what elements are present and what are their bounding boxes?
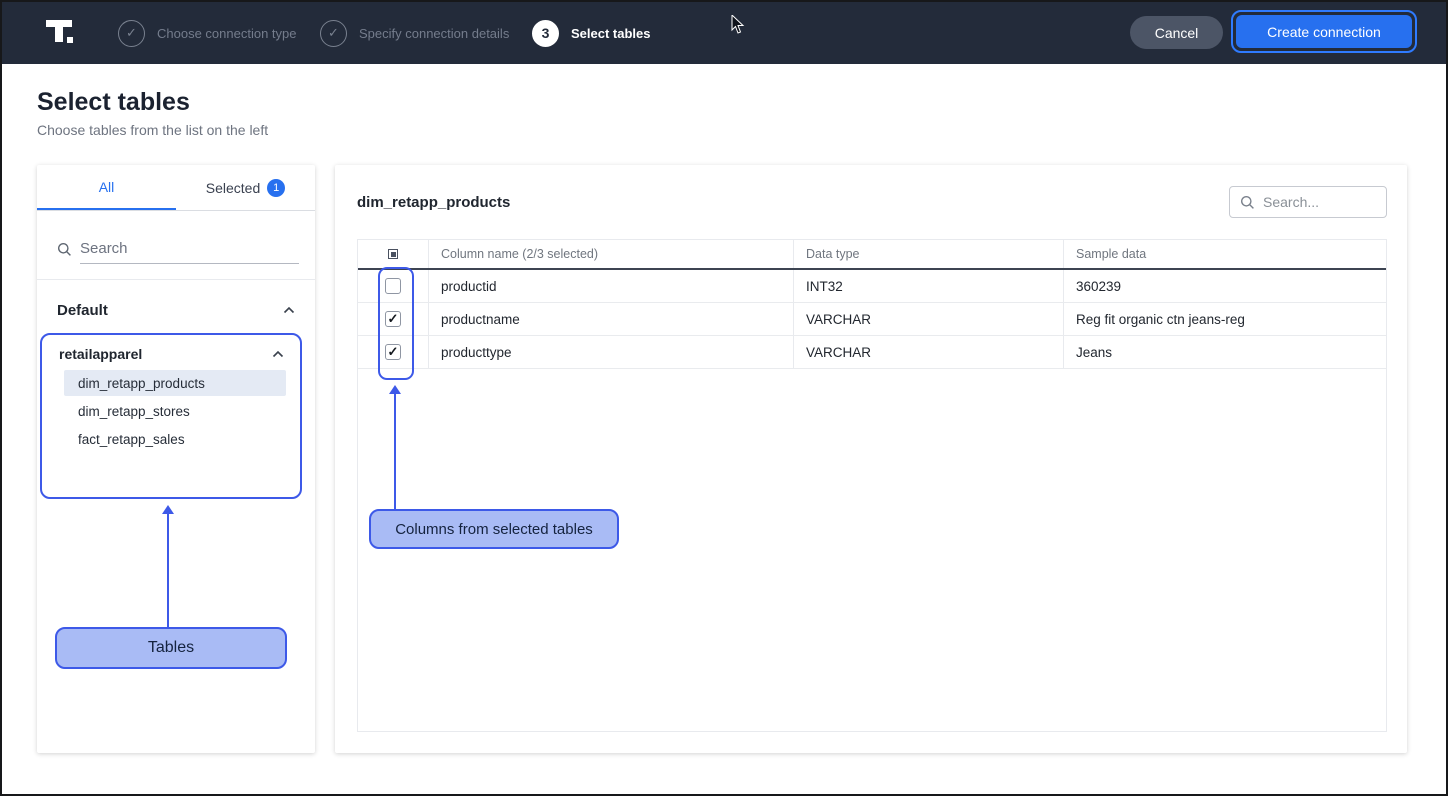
cell-column-name: producttype [428, 336, 793, 368]
cell-sample-data: Jeans [1063, 336, 1386, 368]
sidebar-tabs: All Selected 1 [37, 165, 315, 211]
group-default[interactable]: Default [57, 297, 295, 323]
step-label: Specify connection details [359, 26, 509, 41]
cell-sample-data: Reg fit organic ctn jeans-reg [1063, 303, 1386, 335]
cell-column-name: productid [428, 270, 793, 302]
row-checkbox-unchecked[interactable] [385, 278, 401, 294]
table-item-fact-retapp-sales[interactable]: fact_retapp_sales [64, 426, 286, 452]
table-row: ✓ productname VARCHAR Reg fit organic ct… [358, 303, 1386, 336]
thoughtspot-logo-icon [46, 19, 78, 47]
select-all-checkbox-indeterminate[interactable] [388, 249, 398, 259]
columns-panel: dim_retapp_products Column name (2/3 sel… [335, 165, 1407, 753]
sidebar-search-input[interactable] [80, 234, 299, 264]
tab-all[interactable]: All [37, 165, 176, 210]
app-window: ✓ Choose connection type ✓ Specify conne… [0, 0, 1448, 796]
cell-sample-data: 360239 [1063, 270, 1386, 302]
chevron-up-icon[interactable] [272, 350, 284, 358]
step-label: Choose connection type [157, 26, 296, 41]
tab-selected-label: Selected [206, 180, 260, 196]
group-label: Default [57, 302, 108, 319]
mouse-cursor-icon [731, 15, 745, 35]
search-icon [57, 242, 72, 257]
tab-all-label: All [99, 179, 115, 195]
annotation-arrow-line [167, 513, 169, 627]
step-done-check-icon: ✓ [320, 20, 347, 47]
step-choose-connection-type[interactable]: ✓ Choose connection type [118, 2, 296, 64]
row-checkbox-checked[interactable]: ✓ [385, 344, 401, 360]
tab-selected[interactable]: Selected 1 [176, 165, 315, 210]
table-row: productid INT32 360239 [358, 270, 1386, 303]
schema-annotation-outline: retailapparel dim_retapp_products dim_re… [40, 333, 302, 499]
page-subtitle: Choose tables from the list on the left [37, 122, 268, 138]
columns-search [1229, 186, 1387, 218]
columns-table: Column name (2/3 selected) Data type Sam… [357, 239, 1387, 732]
header-sample-data: Sample data [1063, 240, 1386, 268]
table-row: ✓ producttype VARCHAR Jeans [358, 336, 1386, 369]
top-bar: ✓ Choose connection type ✓ Specify conne… [2, 2, 1446, 64]
cell-data-type: VARCHAR [793, 303, 1063, 335]
check-icon: ✓ [388, 311, 399, 327]
header-data-type: Data type [793, 240, 1063, 268]
cancel-button[interactable]: Cancel [1130, 16, 1223, 49]
step-done-check-icon: ✓ [118, 20, 145, 47]
columns-annotation-label: Columns from selected tables [369, 509, 619, 549]
step-select-tables[interactable]: 3 Select tables [532, 2, 651, 64]
cell-data-type: VARCHAR [793, 336, 1063, 368]
tables-annotation-label: Tables [55, 627, 287, 669]
create-connection-button[interactable]: Create connection [1236, 15, 1412, 48]
row-checkbox-checked[interactable]: ✓ [385, 311, 401, 327]
table-header-row: Column name (2/3 selected) Data type Sam… [358, 240, 1386, 270]
check-icon: ✓ [388, 344, 399, 360]
sidebar-search [57, 233, 299, 265]
search-icon [1240, 195, 1255, 210]
cell-data-type: INT32 [793, 270, 1063, 302]
cell-column-name: productname [428, 303, 793, 335]
divider [37, 279, 315, 280]
create-connection-focus-ring: Create connection [1231, 10, 1417, 53]
step-label: Select tables [571, 26, 651, 41]
step-number: 3 [532, 20, 559, 47]
schema-retailapparel[interactable]: retailapparel [42, 335, 300, 368]
step-specify-connection-details[interactable]: ✓ Specify connection details [320, 2, 509, 64]
table-item-dim-retapp-stores[interactable]: dim_retapp_stores [64, 398, 286, 424]
table-item-dim-retapp-products[interactable]: dim_retapp_products [64, 370, 286, 396]
schema-label: retailapparel [59, 346, 142, 362]
selected-count-badge: 1 [267, 179, 285, 197]
page-title: Select tables [37, 88, 190, 117]
header-column-name: Column name (2/3 selected) [428, 240, 793, 268]
selected-table-title: dim_retapp_products [357, 194, 510, 211]
columns-search-input[interactable] [1263, 194, 1376, 210]
chevron-up-icon[interactable] [283, 306, 295, 314]
annotation-arrow-line [394, 393, 396, 509]
